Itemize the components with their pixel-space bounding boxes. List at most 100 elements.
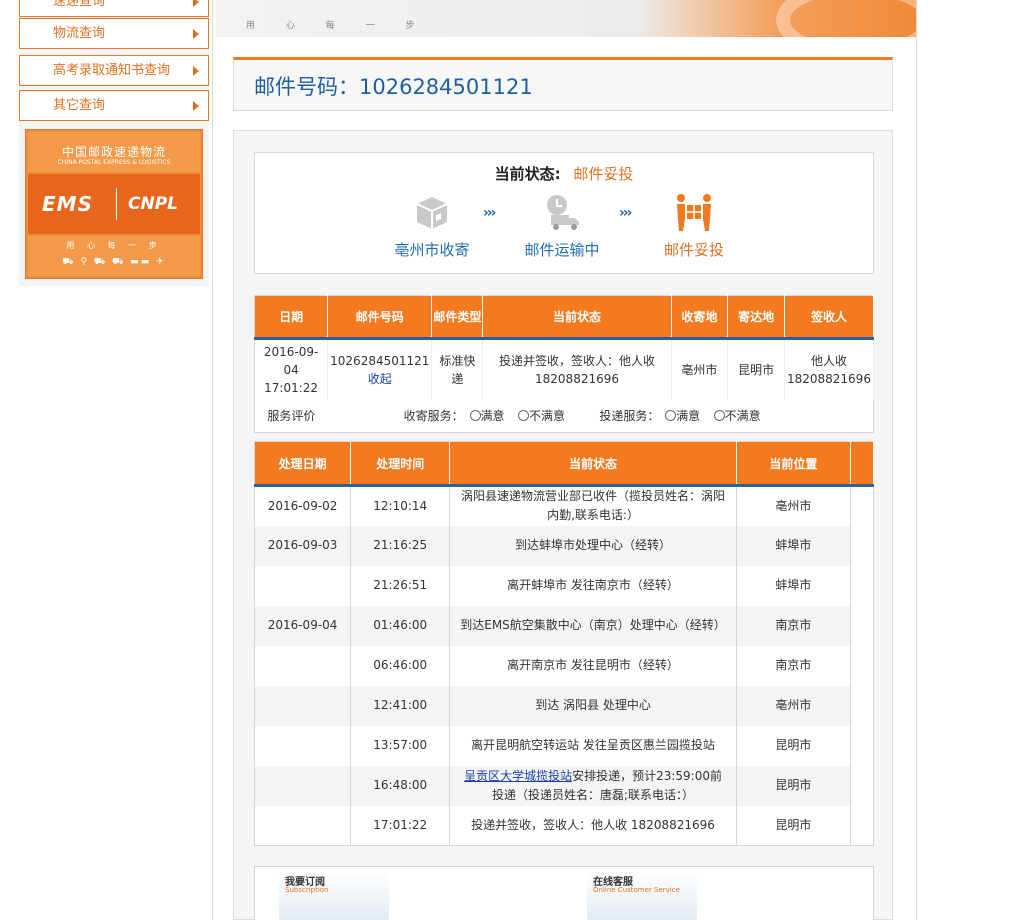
deliver-unsatisfied-radio[interactable]	[713, 409, 725, 421]
table-row: 21:26:51 离开蚌埠市 发往南京市（经转） 蚌埠市	[254, 565, 874, 606]
sidebar-item-express-query[interactable]: 速递查询	[19, 0, 209, 17]
banner-decoration	[776, 0, 916, 37]
cell-mail-number: 1026284501121 收起	[327, 338, 433, 400]
column-header: 当前状态	[449, 441, 737, 487]
handover-people-icon	[677, 194, 711, 231]
brand-name-cn: 中国邮政速递物流	[61, 145, 166, 159]
cnpl-logo-text: CNPL	[128, 194, 178, 214]
cell-destination: 昆明市	[727, 338, 785, 400]
cell-spacer	[850, 525, 874, 566]
sidebar: 速递查询 物流查询 高考录取通知书查询 其它查询 中国邮政速递物流 CHINA …	[19, 0, 209, 286]
column-header: 当前位置	[736, 441, 851, 487]
cell-status: 离开南京市 发往昆明市（经转）	[449, 645, 737, 686]
evaluation-options: 收寄服务： 满意 不满意 投递服务： 满意 不满意	[328, 400, 874, 432]
cell-date: 2016-09-04 17:01:22	[254, 338, 329, 400]
radio-label: 满意	[480, 408, 505, 423]
cell-location: 南京市	[736, 645, 851, 686]
sidebar-item-label: 物流查询	[53, 26, 106, 41]
triangle-right-icon	[193, 0, 199, 7]
step-label: 亳州市收寄	[394, 241, 470, 259]
sidebar-item-label: 高考录取通知书查询	[53, 63, 171, 78]
cell-spacer	[850, 485, 874, 526]
package-box-icon	[416, 197, 448, 229]
cell-spacer	[850, 565, 874, 606]
service-links: 我要订阅 Subscription 在线客服 Online Customer S…	[254, 866, 874, 920]
cell-date	[254, 565, 352, 606]
column-header: 邮件号码	[327, 295, 433, 340]
column-header: 邮件类型	[431, 295, 484, 340]
table-row: 16:48:00 呈贡区大学城揽投站安排投递，预计23:59:00前投递（投递员…	[254, 765, 874, 806]
ems-logo-text: EMS	[42, 192, 93, 216]
collect-unsatisfied-radio[interactable]	[517, 409, 529, 421]
cell-status: 涡阳县速递物流营业部已收件（揽投员姓名：涡阳内勤,联系电话:）	[449, 485, 737, 526]
vehicles-icon: ⛟ ⚲ ⛟ ⛟ ▬▬ ✈	[62, 257, 166, 267]
cell-spacer	[850, 765, 874, 806]
cell-status: 离开蚌埠市 发往南京市（经转）	[449, 565, 737, 606]
cell-location: 昆明市	[736, 805, 851, 846]
column-header: 处理日期	[254, 441, 352, 487]
step-in-transit: 邮件运输中	[497, 191, 627, 260]
card-subtitle: Subscription	[285, 886, 329, 894]
cell-spacer	[850, 725, 874, 766]
radio-label: 不满意	[724, 408, 761, 423]
column-header: 处理时间	[350, 441, 451, 487]
service-evaluation-row: 服务评价 收寄服务： 满意 不满意 投递服务： 满意 不满意	[255, 400, 874, 432]
triangle-right-icon	[193, 66, 199, 76]
cell-date	[254, 765, 352, 806]
mail-summary-table: 日期 邮件号码 邮件类型 当前状态 收寄地 寄达地 签收人 2016-09-04…	[254, 295, 875, 433]
cell-location: 南京市	[736, 605, 851, 646]
cell-origin: 亳州市	[671, 338, 729, 400]
cell-location: 亳州市	[736, 685, 851, 726]
tracking-history-table: 处理日期 处理时间 当前状态 当前位置 2016-09-02 12:10:14 …	[254, 441, 875, 846]
sidebar-item-admission-letter-query[interactable]: 高考录取通知书查询	[19, 55, 209, 86]
status-panel: 当前状态: 邮件妥投 亳州市收寄 ››› 邮件运输中 ››› 邮件妥投	[254, 152, 874, 274]
cell-time: 06:46:00	[350, 645, 451, 686]
deliver-satisfied-radio[interactable]	[665, 409, 677, 421]
cell-date: 2016-09-03	[254, 525, 352, 566]
logo-divider	[116, 188, 117, 220]
column-header: 签收人	[784, 295, 875, 340]
step-delivered: 邮件妥投	[629, 191, 759, 260]
table-row: 17:01:22 投递并签收，签收人：他人收 18208821696 昆明市	[254, 805, 874, 846]
status-value: 邮件妥投	[573, 165, 634, 183]
collapse-link[interactable]: 收起	[368, 372, 392, 386]
table-row: 12:41:00 到达 涡阳县 处理中心 亳州市	[254, 685, 874, 726]
cell-location: 昆明市	[736, 725, 851, 766]
cell-status: 投递并签收，签收人：他人收 18208821696	[449, 805, 737, 846]
delivery-station-link[interactable]: 呈贡区大学城揽投站	[464, 769, 572, 783]
cell-spacer	[850, 685, 874, 726]
tracking-content: 当前状态: 邮件妥投 亳州市收寄 ››› 邮件运输中 ››› 邮件妥投 日期 邮…	[233, 130, 893, 920]
subscription-card[interactable]: 我要订阅 Subscription	[279, 869, 389, 920]
cell-time: 12:10:14	[350, 485, 451, 526]
step-label: 邮件运输中	[524, 241, 600, 259]
radio-label: 满意	[676, 408, 701, 423]
china-post-logo: 中国邮政速递物流 CHINA POSTAL EXPRESS & LOGISTIC…	[28, 132, 200, 172]
collect-satisfied-radio[interactable]	[469, 409, 481, 421]
sidebar-item-label: 其它查询	[53, 98, 106, 113]
deliver-service-label: 投递服务：	[599, 408, 660, 423]
cell-date	[254, 805, 352, 846]
banner-slogan-strip: 用 心 每 一 步 ⛟ ⚲ ⛟ ⛟ ▬▬ ✈	[28, 236, 200, 276]
page-title: 邮件号码：1026284501121	[254, 75, 533, 99]
table-row: 2016-09-04 01:46:00 到达EMS航空集散中心（南京）处理中心（…	[254, 605, 874, 646]
column-header: 日期	[254, 295, 329, 340]
card-subtitle: Online Customer Service	[593, 886, 680, 894]
triangle-right-icon	[193, 29, 199, 39]
sidebar-item-logistics-query[interactable]: 物流查询	[19, 18, 209, 49]
online-service-card[interactable]: 在线客服 Online Customer Service	[587, 869, 697, 920]
cell-date	[254, 645, 352, 686]
cell-location: 亳州市	[736, 485, 851, 526]
cell-spacer	[850, 805, 874, 846]
cell-status: 离开昆明航空转运站 发往呈贡区惠兰园揽投站	[449, 725, 737, 766]
column-header-spacer	[850, 441, 875, 487]
cell-type: 标准快递	[431, 338, 484, 400]
cell-location: 昆明市	[736, 765, 851, 806]
sidebar-item-other-query[interactable]: 其它查询	[19, 90, 209, 121]
cell-status: 到达蚌埠市处理中心（经转）	[449, 525, 737, 566]
table-row: 06:46:00 离开南京市 发往昆明市（经转） 南京市	[254, 645, 874, 686]
table-row: 13:57:00 离开昆明航空转运站 发往呈贡区惠兰园揽投站 昆明市	[254, 725, 874, 766]
top-banner: 用 心 每 一 步	[216, 0, 916, 37]
column-header: 当前状态	[482, 295, 672, 340]
cell-status: 到达EMS航空集散中心（南京）处理中心（经转）	[449, 605, 737, 646]
ems-banner-ad[interactable]: 中国邮政速递物流 CHINA POSTAL EXPRESS & LOGISTIC…	[25, 129, 203, 279]
